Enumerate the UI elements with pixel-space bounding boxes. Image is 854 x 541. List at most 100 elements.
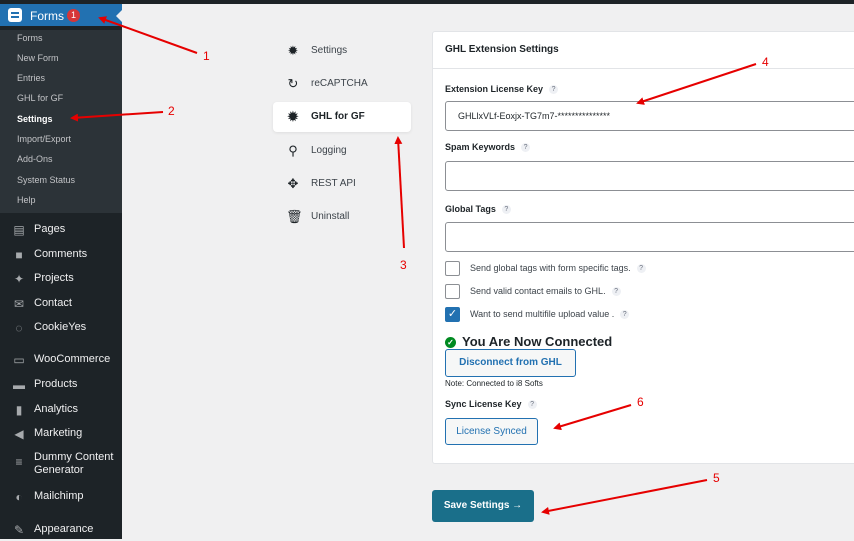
checkbox-checked[interactable]: ✓ (445, 307, 460, 322)
menu-label: Projects (34, 272, 74, 284)
admin-bar (0, 0, 854, 4)
submenu-entries[interactable]: Entries (17, 73, 45, 83)
comments-icon: ■ (15, 248, 23, 262)
submenu-settings[interactable]: Settings (17, 114, 53, 124)
woo-icon: ▭ (13, 353, 25, 367)
menu-label: Marketing (34, 427, 83, 439)
global-tags-input[interactable] (446, 223, 854, 251)
submenu-help[interactable]: Help (17, 195, 36, 205)
check-circle-icon: ✓ (445, 337, 456, 348)
help-icon[interactable]: ? (549, 85, 559, 95)
annotation-label: 2 (168, 104, 175, 118)
spam-keywords-field[interactable] (445, 161, 854, 191)
help-icon[interactable]: ? (611, 287, 621, 297)
nav-recaptcha[interactable]: ↻ reCAPTCHA (273, 69, 411, 99)
help-icon[interactable]: ? (620, 310, 630, 320)
submenu-add-ons[interactable]: Add-Ons (17, 154, 53, 164)
brush-icon: ✎ (13, 523, 25, 537)
menu-label: Comments (34, 248, 88, 260)
global-tags-field[interactable] (445, 222, 854, 252)
license-key-input[interactable] (446, 102, 854, 130)
panel-header: GHL Extension Settings (433, 32, 854, 69)
submenu-ghl-for-gf[interactable]: GHL for GF (17, 93, 63, 103)
menu-appearance[interactable]: ✎ Appearance (0, 519, 122, 541)
sync-license-label: Sync License Key? (445, 399, 537, 410)
menu-dummy-content-generator[interactable]: ≡ Dummy Content Generator (0, 451, 122, 479)
search-icon: ⚲ (288, 143, 298, 158)
menu-label: WooCommerce (34, 353, 111, 365)
database-icon: ≡ (15, 455, 23, 469)
license-key-field[interactable] (445, 101, 854, 131)
menu-products[interactable]: ▬ Products (0, 374, 122, 396)
annotation-label: 4 (762, 55, 769, 69)
checkbox-label: Send global tags with form specific tags… (470, 263, 646, 274)
field-label-text: Sync License Key (445, 399, 522, 409)
menu-cookieyes[interactable]: ◌ CookieYes (0, 317, 122, 339)
nav-label: Settings (311, 45, 348, 56)
menu-label: Appearance (34, 523, 94, 535)
nav-logging[interactable]: ⚲ Logging (273, 136, 411, 166)
mail-icon: ✉ (13, 297, 25, 311)
annotation-label: 3 (400, 258, 407, 272)
menu-label: Pages (34, 223, 66, 235)
field-label-text: Spam Keywords (445, 142, 516, 152)
menu-pages[interactable]: ▤ Pages (0, 219, 122, 241)
save-settings-button[interactable]: Save Settings → (432, 490, 534, 522)
menu-label: Mailchimp (34, 490, 84, 502)
menu-label: CookieYes (34, 321, 87, 333)
annotation-label: 6 (637, 395, 644, 409)
menu-label: Products (34, 378, 78, 390)
disconnect-button[interactable]: Disconnect from GHL (445, 349, 576, 377)
annotation-arrow (541, 479, 708, 515)
api-icon: ✥ (287, 176, 299, 191)
menu-projects[interactable]: ✦ Projects (0, 268, 122, 290)
menu-mailchimp[interactable]: ◐ Mailchimp (0, 486, 122, 508)
archive-icon: ▬ (13, 378, 25, 392)
menu-comments[interactable]: ■ Comments (0, 244, 122, 266)
submenu-new-form[interactable]: New Form (17, 53, 59, 63)
connection-note: Note: Connected to i8 Softs (445, 379, 543, 388)
forms-submenu: Forms New Form Entries GHL for GF Settin… (0, 30, 122, 213)
menu-label: Analytics (34, 403, 79, 415)
submenu-system-status[interactable]: System Status (17, 175, 75, 185)
checkbox[interactable] (445, 261, 460, 276)
submenu-import-export[interactable]: Import/Export (17, 134, 71, 144)
checkbox-label: Send valid contact emails to GHL.? (470, 286, 621, 297)
menu-label: Dummy Content Generator (34, 451, 114, 476)
license-synced-button[interactable]: License Synced (445, 418, 538, 445)
menu-forms-label: Forms (30, 9, 64, 23)
spam-keywords-input[interactable] (446, 162, 854, 190)
checkbox-label-text: Send valid contact emails to GHL. (470, 286, 606, 296)
connection-status: ✓ You Are Now Connected (445, 334, 612, 349)
help-icon[interactable]: ? (636, 264, 646, 274)
menu-analytics[interactable]: ▮ Analytics (0, 399, 122, 421)
nav-ghl-for-gf[interactable]: ✹ GHL for GF (273, 102, 411, 132)
help-icon[interactable]: ? (521, 143, 531, 153)
field-label-text: Global Tags (445, 204, 496, 214)
current-menu-caret (116, 10, 122, 22)
nav-rest-api[interactable]: ✥ REST API (273, 169, 411, 199)
forms-icon (8, 8, 22, 22)
nav-uninstall[interactable]: 🗑 Uninstall (273, 202, 411, 232)
pin-icon: ✦ (13, 272, 25, 286)
submenu-forms[interactable]: Forms (17, 33, 43, 43)
trash-icon: 🗑 (286, 209, 303, 224)
nav-settings[interactable]: ✹ Settings (273, 36, 411, 66)
bar-chart-icon: ▮ (15, 403, 23, 417)
nav-label: Uninstall (311, 211, 350, 222)
connection-status-text: You Are Now Connected (462, 334, 613, 349)
nav-label: GHL for GF (311, 111, 365, 122)
spam-keywords-label: Spam Keywords? (445, 142, 531, 153)
gear-icon: ✹ (287, 109, 299, 124)
megaphone-icon: ◀ (14, 427, 24, 441)
menu-forms[interactable]: Forms 1 (0, 4, 122, 26)
help-icon[interactable]: ? (527, 400, 537, 410)
menu-marketing[interactable]: ◀ Marketing (0, 423, 122, 445)
annotation-label: 1 (203, 49, 210, 63)
help-icon[interactable]: ? (501, 205, 511, 215)
menu-contact[interactable]: ✉ Contact (0, 293, 122, 315)
menu-woocommerce[interactable]: ▭ WooCommerce (0, 349, 122, 371)
global-tags-label: Global Tags? (445, 204, 511, 215)
checkbox[interactable] (445, 284, 460, 299)
panel-title: GHL Extension Settings (445, 44, 559, 55)
